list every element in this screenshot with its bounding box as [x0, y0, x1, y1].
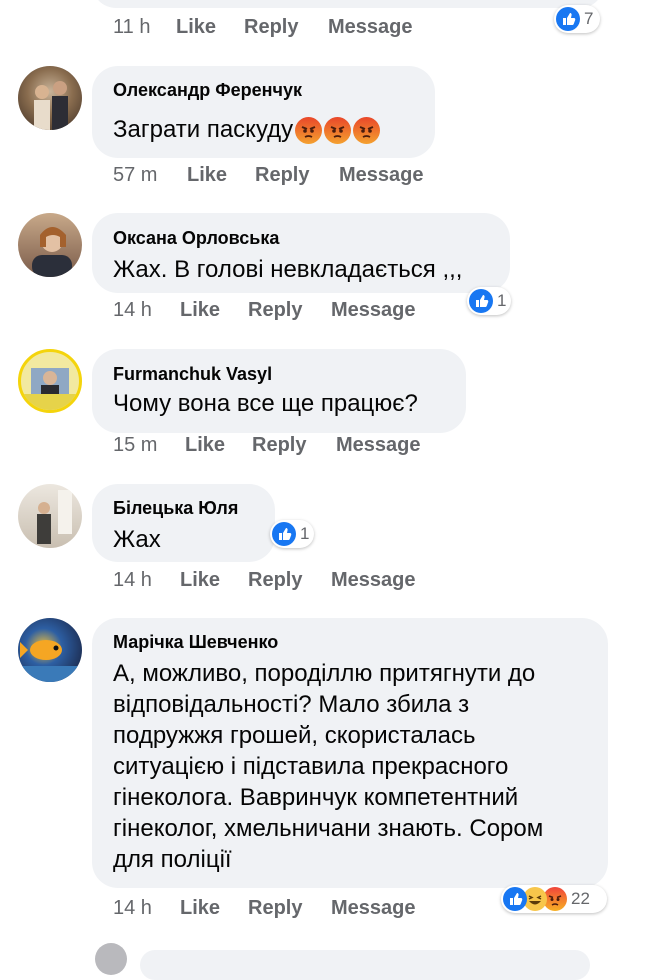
- avatar[interactable]: [18, 484, 82, 548]
- comment-text: Заграти паскуду: [113, 114, 381, 146]
- message-button[interactable]: Message: [331, 897, 416, 920]
- angry-face-emoji-icon: [295, 117, 323, 145]
- comment-actions: 14 h Like Reply Message: [113, 569, 513, 595]
- comment-actions: 57 m Like Reply Message: [113, 164, 513, 190]
- commenter-name[interactable]: Олександр Ференчук: [113, 80, 302, 101]
- commenter-name[interactable]: Furmanchuk Vasyl: [113, 364, 272, 385]
- avatar[interactable]: [95, 943, 127, 975]
- like-button[interactable]: Like: [185, 434, 225, 457]
- reaction-summary[interactable]: 1: [270, 520, 314, 548]
- like-button[interactable]: Like: [176, 16, 216, 39]
- avatar[interactable]: [18, 213, 82, 277]
- like-reaction-icon: [272, 522, 296, 546]
- message-button[interactable]: Message: [339, 164, 424, 187]
- like-reaction-icon: [503, 887, 527, 911]
- comment-text-line: гінеколога. Вавринчук компетентний: [113, 784, 519, 811]
- avatar[interactable]: [18, 66, 82, 130]
- comment-actions: 11 h Like Reply Message: [113, 16, 513, 42]
- message-button[interactable]: Message: [328, 16, 413, 39]
- like-reaction-icon: [469, 289, 493, 313]
- reply-button[interactable]: Reply: [248, 897, 302, 920]
- avatar[interactable]: [18, 349, 82, 413]
- comment-bubble: [92, 0, 604, 8]
- angry-face-emoji-icon: [353, 117, 381, 145]
- comment-text-line: гінеколог, хмельничани знають. Сором: [113, 815, 544, 842]
- commenter-name[interactable]: Оксана Орловська: [113, 228, 279, 249]
- reaction-count: 1: [300, 524, 310, 543]
- message-button[interactable]: Message: [331, 569, 416, 592]
- comment-text-line: подружжя грошей, скористалась: [113, 722, 476, 749]
- reply-button[interactable]: Reply: [248, 299, 302, 322]
- reaction-summary[interactable]: 1: [467, 287, 511, 315]
- comment-bubble: [140, 950, 590, 980]
- reply-button[interactable]: Reply: [248, 569, 302, 592]
- comment-actions: 14 h Like Reply Message: [113, 299, 513, 325]
- like-button[interactable]: Like: [180, 299, 220, 322]
- avatar[interactable]: [18, 618, 82, 682]
- reply-button[interactable]: Reply: [255, 164, 309, 187]
- reply-button[interactable]: Reply: [252, 434, 306, 457]
- commenter-name[interactable]: Марічка Шевченко: [113, 632, 278, 653]
- reply-button[interactable]: Reply: [244, 16, 298, 39]
- comment-time: 14 h: [113, 299, 152, 321]
- like-button[interactable]: Like: [180, 569, 220, 592]
- reaction-summary[interactable]: 22: [501, 885, 607, 913]
- like-button[interactable]: Like: [180, 897, 220, 920]
- reaction-count: 1: [497, 291, 507, 310]
- comment-time: 57 m: [113, 164, 158, 186]
- comment-text-content: Заграти паскуду: [113, 116, 294, 143]
- comment-text-line: відповідальності? Мало збила з: [113, 691, 470, 718]
- reaction-count: 7: [584, 9, 594, 28]
- comment-text-line: А, можливо, породіллю притягнути до: [113, 660, 536, 687]
- comment-actions: 15 m Like Reply Message: [113, 434, 513, 460]
- angry-face-emoji-icon: [324, 117, 352, 145]
- commenter-name[interactable]: Білецька Юля: [113, 498, 238, 519]
- comment-actions: 14 h Like Reply Message: [113, 897, 513, 923]
- reaction-count: 22: [571, 889, 590, 908]
- comment-time: 15 m: [113, 434, 158, 456]
- comment-time: 14 h: [113, 569, 152, 591]
- like-button[interactable]: Like: [187, 164, 227, 187]
- comment-text: Жах. В голові невкладається ,,,: [113, 256, 463, 283]
- comment-text-line: для поліції: [113, 846, 232, 873]
- comment-text: Жах: [113, 526, 161, 553]
- comment-time: 14 h: [113, 897, 152, 919]
- comment-text: Чому вона все ще працює?: [113, 390, 418, 417]
- comment-time: 11 h: [113, 16, 151, 38]
- message-button[interactable]: Message: [331, 299, 416, 322]
- message-button[interactable]: Message: [336, 434, 421, 457]
- reaction-summary[interactable]: 7: [554, 5, 600, 33]
- like-reaction-icon: [556, 7, 580, 31]
- comment-text-line: ситуацією і підставила прекрасного: [113, 753, 509, 780]
